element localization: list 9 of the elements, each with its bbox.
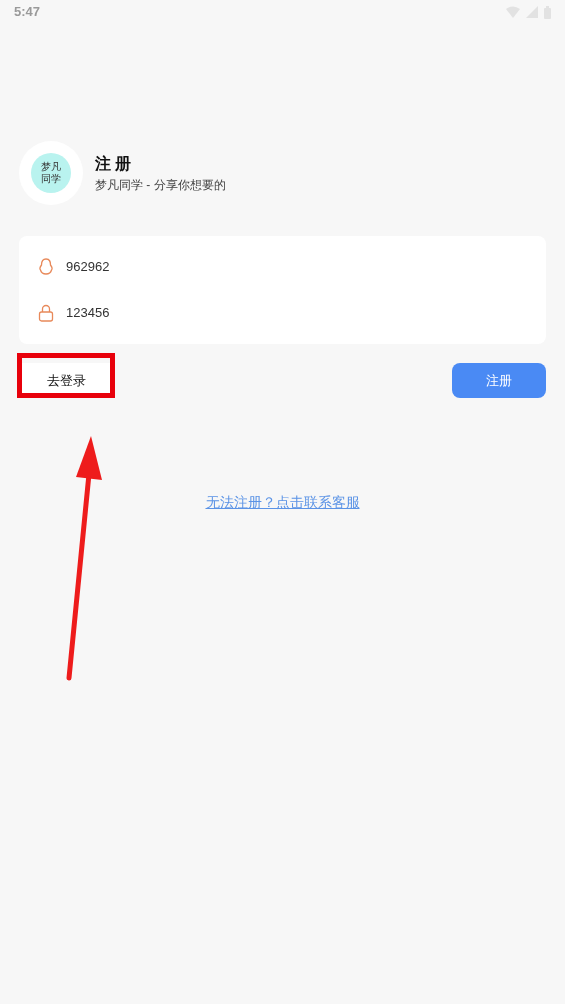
logo-text: 同学: [41, 173, 61, 185]
logo-text: 梦凡: [41, 161, 61, 173]
page-title: 注 册: [95, 153, 133, 174]
status-time: 5:47: [14, 3, 41, 22]
password-field[interactable]: 123456: [66, 303, 527, 323]
penguin-icon: [38, 258, 54, 276]
page-subtitle: 梦凡同学 - 分享你想要的: [95, 176, 226, 193]
account-field[interactable]: 962962: [66, 257, 527, 277]
lock-icon: [38, 304, 54, 322]
